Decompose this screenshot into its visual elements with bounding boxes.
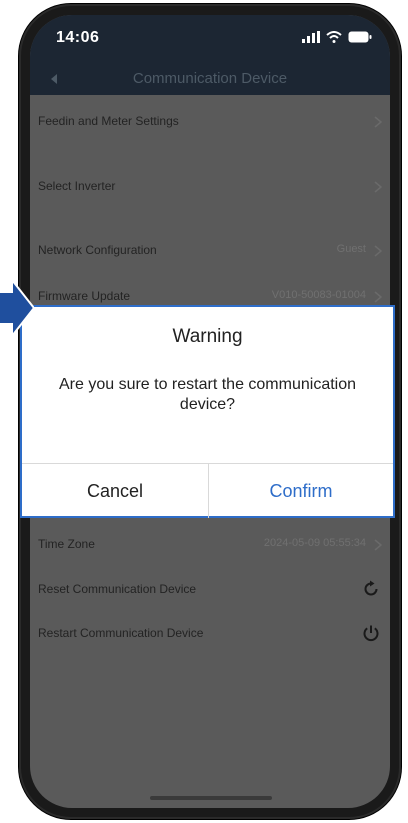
cancel-button[interactable]: Cancel	[22, 464, 208, 518]
list-item-label: Feedin and Meter Settings	[38, 114, 179, 128]
status-time: 14:06	[56, 29, 100, 46]
list-item-label: Select Inverter	[38, 179, 116, 193]
home-indicator	[150, 796, 272, 800]
chevron-right-icon	[374, 181, 382, 193]
dialog-title: Warning	[172, 326, 243, 347]
warning-dialog: Warning Are you sure to restart the comm…	[20, 305, 395, 518]
chevron-right-icon	[374, 116, 382, 128]
nav-bar: Communication Device	[30, 63, 390, 95]
power-icon[interactable]	[362, 624, 380, 642]
list-item-value: Guest	[336, 243, 366, 255]
chevron-right-icon	[374, 291, 382, 303]
list-item-network-configuration[interactable]: Network Configuration Guest	[30, 234, 390, 268]
battery-icon	[348, 31, 372, 43]
status-bar: 14:06	[30, 15, 390, 63]
signal-icon	[302, 31, 320, 43]
list-item-value: 2024-05-09 05:55:34	[263, 537, 366, 549]
list-item-select-inverter[interactable]: Select Inverter	[30, 170, 390, 204]
confirm-button[interactable]: Confirm	[209, 464, 393, 518]
list-item-restart-communication-device[interactable]: Restart Communication Device	[30, 617, 390, 651]
list-item-label: Restart Communication Device	[38, 626, 204, 640]
wifi-icon	[326, 31, 342, 43]
chevron-right-icon	[374, 245, 382, 257]
page-title: Communication Device	[132, 70, 288, 87]
list-item-label: Time Zone	[38, 537, 95, 551]
list-item-label: Firmware Update	[38, 289, 131, 303]
list-item-feedin-meter-settings[interactable]: Feedin and Meter Settings	[30, 105, 390, 139]
dialog-message: Are you sure to restart the communicatio…	[58, 376, 357, 413]
list-item-label: Reset Communication Device	[38, 582, 197, 596]
pointer-arrow-icon	[0, 278, 34, 338]
list-item-reset-communication-device[interactable]: Reset Communication Device	[30, 573, 390, 607]
list-item-value: V010-50083-01004	[271, 289, 366, 301]
status-icons	[302, 30, 372, 44]
reset-icon[interactable]	[362, 580, 380, 598]
chevron-right-icon	[374, 539, 382, 551]
screenshot-stage: 14:06 Communication Device Feedin and Me…	[0, 0, 408, 823]
list-item-time-zone[interactable]: Time Zone 2024-05-09 05:55:34	[30, 528, 390, 562]
list-item-label: Network Configuration	[38, 243, 157, 257]
